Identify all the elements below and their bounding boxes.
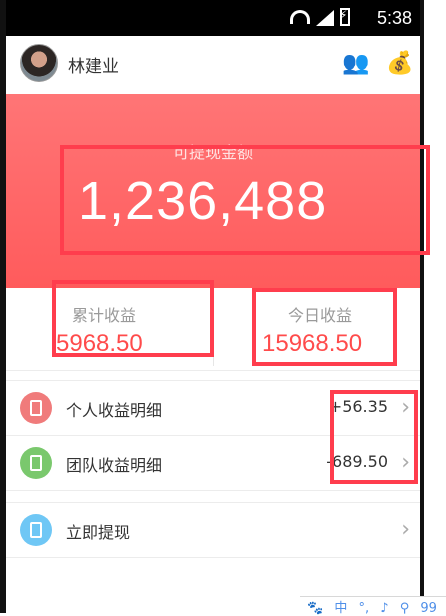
ime-item[interactable]: ⚲ — [400, 601, 410, 616]
annotation-box — [330, 390, 418, 484]
ime-item[interactable]: °, — [358, 601, 369, 616]
ime-item[interactable]: 中 — [334, 601, 347, 616]
team-icon[interactable]: 👥 — [342, 50, 370, 78]
wifi-icon — [290, 10, 310, 24]
money-bag-icon[interactable]: 💰 — [386, 50, 414, 78]
row-label: 立即提现 — [66, 523, 131, 542]
annotation-box — [252, 288, 397, 366]
list-icon — [20, 447, 52, 479]
withdraw-row[interactable]: 立即提现 › — [6, 502, 420, 558]
device-frame-edge — [420, 0, 424, 613]
row-label: 个人收益明细 — [66, 401, 163, 420]
battery-icon — [339, 8, 350, 26]
username: 林建业 — [68, 57, 119, 77]
annotation-box — [60, 145, 430, 255]
ime-paw-icon: 🐾 — [307, 601, 324, 616]
chevron-right-icon: › — [401, 517, 410, 542]
status-icons — [290, 8, 350, 28]
status-time: 5:38 — [376, 8, 412, 28]
ime-toolbar: 🐾 中 °, ♪ ⚲ 99 — [300, 596, 446, 616]
document-icon — [20, 392, 52, 424]
avatar[interactable] — [20, 44, 58, 82]
ime-item[interactable]: 99 — [420, 601, 437, 616]
status-bar: 5:38 — [6, 0, 420, 36]
app-header: 林建业 👥 💰 — [6, 36, 420, 95]
annotation-box — [52, 280, 214, 357]
wallet-icon — [20, 514, 52, 546]
row-label: 团队收益明细 — [66, 456, 163, 475]
ime-item[interactable]: ♪ — [380, 601, 388, 616]
device-frame-right — [422, 0, 446, 613]
signal-icon — [316, 10, 334, 26]
